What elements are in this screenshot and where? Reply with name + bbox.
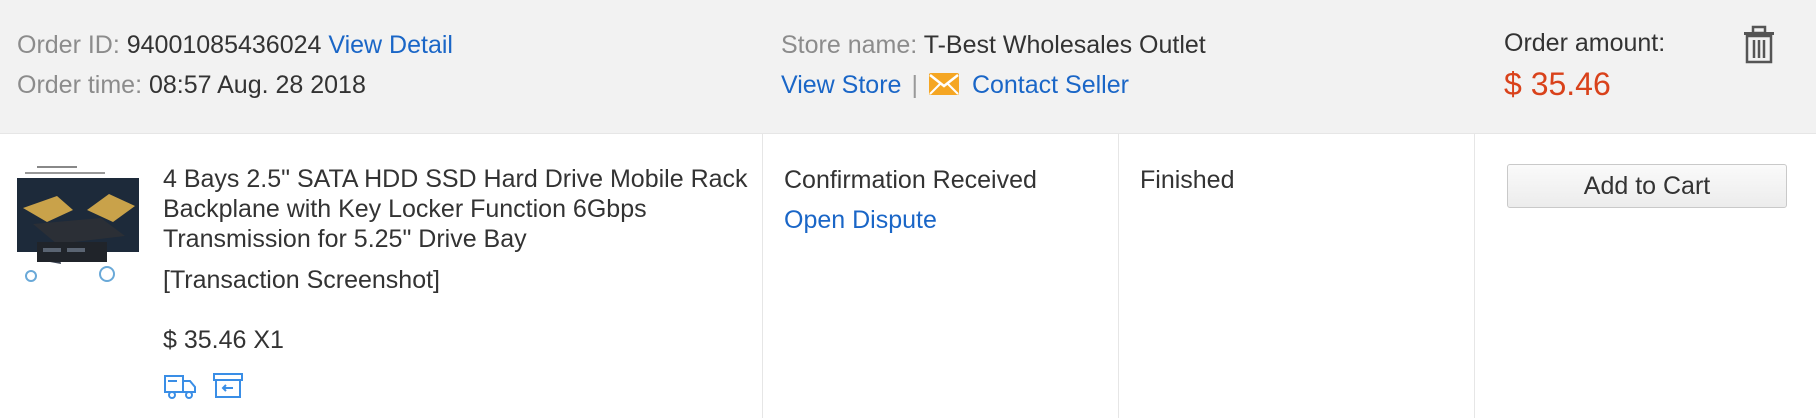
order-id-label: Order ID: [17,31,120,59]
mail-icon[interactable] [928,72,960,96]
view-detail-link[interactable]: View Detail [328,31,453,59]
store-links-row: View Store | Contact Seller [781,69,1129,101]
add-to-cart-button[interactable]: Add to Cart [1507,164,1787,208]
column-divider [1474,134,1475,418]
contact-seller-link[interactable]: Contact Seller [972,71,1129,99]
order-card: Order ID: 94001085436024 View Detail Ord… [0,0,1816,418]
view-store-link[interactable]: View Store [781,71,901,99]
column-divider [1118,134,1119,418]
store-name-value: T-Best Wholesales Outlet [923,31,1206,59]
transaction-screenshot-link[interactable]: [Transaction Screenshot] [163,264,440,296]
order-id-row: Order ID: 94001085436024 View Detail [17,29,453,61]
return-box-icon[interactable] [211,370,245,400]
product-title[interactable]: 4 Bays 2.5" SATA HDD SSD Hard Drive Mobi… [163,164,753,254]
order-header: Order ID: 94001085436024 View Detail Ord… [0,0,1816,134]
order-status-text: Finished [1140,166,1235,194]
order-time-row: Order time: 08:57 Aug. 28 2018 [17,69,366,101]
order-amount-label-row: Order amount: [1504,27,1665,59]
shipping-truck-icon[interactable] [163,370,197,400]
column-divider [762,134,763,418]
open-dispute-link[interactable]: Open Dispute [784,204,937,236]
order-amount-value: $ 35.46 [1504,66,1611,102]
price-quantity: $ 35.46 X1 [163,326,284,354]
delete-order-icon[interactable] [1740,24,1778,64]
order-id-value: 94001085436024 [126,31,322,59]
product-thumbnail[interactable] [17,164,139,290]
order-time-value: 08:57 Aug. 28 2018 [148,71,366,99]
order-state-text: Confirmation Received [784,166,1037,194]
store-name-label: Store name: [781,31,918,59]
link-separator: | [911,71,918,99]
order-time-label: Order time: [17,71,143,99]
item-service-icons [163,370,255,400]
order-body: 4 Bays 2.5" SATA HDD SSD Hard Drive Mobi… [0,134,1816,418]
store-name-row: Store name: T-Best Wholesales Outlet [781,29,1206,61]
order-amount-label: Order amount: [1504,29,1666,57]
